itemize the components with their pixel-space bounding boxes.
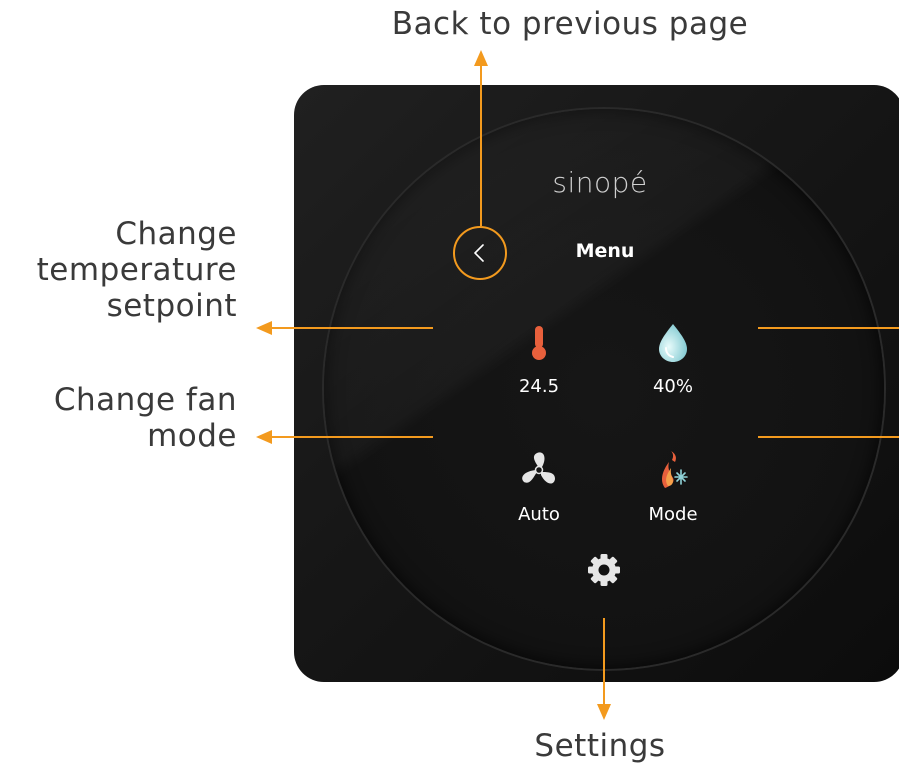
settings-arrowhead <box>597 704 611 720</box>
chevron-left-icon <box>474 244 484 262</box>
heat-cool-mode-icon <box>662 451 688 488</box>
humidity-tile[interactable]: 40% <box>606 296 740 416</box>
temperature-annotation-label: Change temperature setpoint <box>37 216 237 324</box>
fan-annotation-line-1: Change fan <box>53 382 237 418</box>
settings-annotation-label: Settings <box>534 728 666 764</box>
fan-arrowhead <box>256 430 272 444</box>
temperature-setpoint-tile[interactable]: 24.5 <box>472 296 606 416</box>
back-annotation-label: Back to previous page <box>391 6 749 42</box>
temperature-annotation-line-1: Change <box>115 216 237 252</box>
menu-title: Menu <box>575 240 635 262</box>
brand-logo: sinopé <box>552 166 648 199</box>
water-drop-icon <box>659 324 687 362</box>
fan-icon <box>522 452 555 484</box>
fan-annotation-label: Change fan mode <box>54 382 237 454</box>
humidity-value: 40% <box>652 376 693 397</box>
temperature-arrowhead <box>256 321 272 335</box>
fan-mode-tile[interactable]: Auto <box>472 424 606 544</box>
fan-annotation-line-2: mode <box>147 418 237 454</box>
back-button[interactable] <box>453 226 507 280</box>
back-arrowhead <box>474 50 488 66</box>
settings-button[interactable] <box>582 548 626 592</box>
temperature-annotation-line-3: setpoint <box>106 288 237 324</box>
temperature-setpoint-value: 24.5 <box>518 376 560 397</box>
heat-cool-mode-label: Mode <box>648 504 698 525</box>
heat-cool-mode-tile[interactable]: Mode <box>606 424 740 544</box>
temperature-annotation-line-2: temperature <box>36 252 237 288</box>
gear-icon <box>588 554 620 586</box>
thermometer-icon <box>532 326 546 360</box>
fan-mode-value: Auto <box>518 504 560 525</box>
